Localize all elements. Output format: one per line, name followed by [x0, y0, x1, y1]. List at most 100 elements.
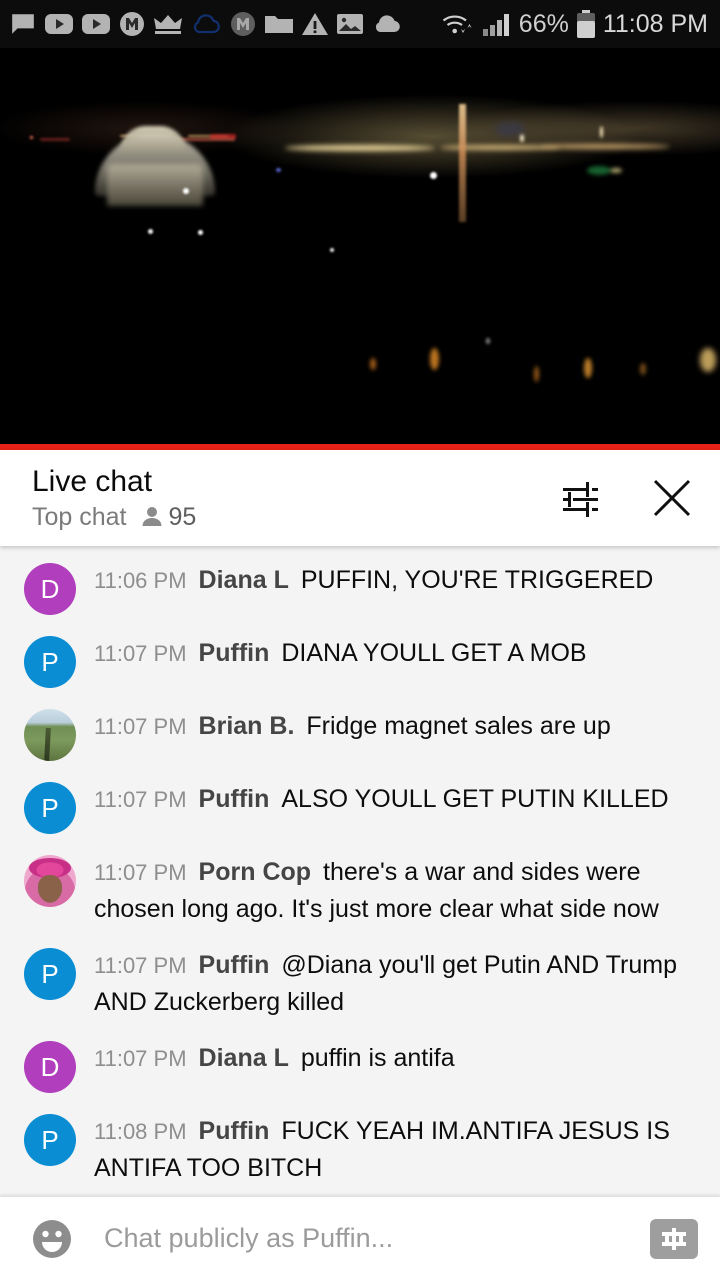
- chat-message-body: 11:07 PM Porn Cop there's a war and sides …: [76, 854, 704, 927]
- wifi-icon: [442, 15, 472, 34]
- message-timestamp: 11:07 PM: [94, 1046, 187, 1071]
- avatar[interactable]: D: [24, 563, 76, 615]
- chat-header-titles: Live chat Top chat 95: [32, 464, 196, 532]
- viewer-count: 95: [168, 502, 197, 531]
- live-video-player[interactable]: [0, 48, 720, 450]
- video-light-point: [148, 229, 153, 234]
- battery-icon: [576, 10, 595, 38]
- emoji-smiley-icon: [33, 1219, 71, 1258]
- video-light-point: [486, 338, 490, 344]
- live-chat-header: Live chat Top chat 95: [0, 450, 720, 546]
- message-author[interactable]: Diana L: [199, 566, 289, 594]
- message-author[interactable]: Diana L: [199, 1044, 289, 1072]
- tune-sliders-icon: [563, 482, 598, 517]
- message-timestamp: 11:07 PM: [94, 714, 187, 739]
- message-timestamp: 11:07 PM: [94, 641, 187, 666]
- battery-percent-label: 66%: [518, 9, 569, 38]
- chat-message-input[interactable]: [78, 1223, 650, 1254]
- warning-triangle-icon: [302, 13, 328, 35]
- message-timestamp: 11:07 PM: [94, 860, 187, 885]
- close-icon: [653, 479, 691, 517]
- video-light-point: [700, 348, 716, 372]
- message-timestamp: 11:06 PM: [94, 568, 187, 593]
- video-light-point: [330, 248, 334, 252]
- super-chat-button[interactable]: [650, 1218, 698, 1259]
- status-bar: 66% 11:08 PM: [0, 0, 720, 48]
- person-icon: [142, 507, 162, 526]
- video-light-point: [276, 168, 281, 172]
- chat-message-row[interactable]: P 11:07 PM Puffin ALSO YOULL GET PUTIN KILL…: [0, 771, 720, 844]
- chat-message-line: 11:07 PM Diana L puffin is antifa: [94, 1040, 704, 1077]
- folder-icon: [265, 16, 293, 33]
- message-author[interactable]: Puffin: [199, 785, 270, 813]
- video-frame-night-sky: [0, 48, 720, 450]
- image-icon: [337, 14, 363, 34]
- chat-settings-button[interactable]: [556, 474, 604, 522]
- message-timestamp: 11:07 PM: [94, 787, 187, 812]
- message-text: DIANA YOULL GET A MOB: [281, 639, 587, 667]
- message-author[interactable]: Puffin: [199, 639, 270, 667]
- avatar[interactable]: P: [24, 636, 76, 688]
- video-light-point: [370, 358, 376, 370]
- chat-message-row[interactable]: D 11:07 PM Diana L puffin is antifa: [0, 1030, 720, 1103]
- avatar[interactable]: P: [24, 948, 76, 1000]
- status-bar-clock: 11:08 PM: [602, 9, 708, 38]
- live-chat-message-list[interactable]: D 11:06 PM Diana L PUFFIN, YOU'RE TRIGGERED…: [0, 546, 720, 1196]
- message-timestamp: 11:08 PM: [94, 1119, 187, 1144]
- chat-message-body: 11:07 PM Puffin @Diana you'll get Putin AN…: [76, 947, 704, 1020]
- message-author[interactable]: Puffin: [199, 1117, 270, 1145]
- chat-message-row[interactable]: P 11:07 PM Puffin DIANA YOULL GET A MOB: [0, 625, 720, 698]
- message-author[interactable]: Porn Cop: [199, 858, 312, 886]
- video-light-point: [430, 172, 437, 179]
- chat-message-row[interactable]: P 11:08 PM Puffin FUCK YEAH IM.ANTIFA JESUS…: [0, 1103, 720, 1196]
- video-light-point: [587, 166, 611, 175]
- message-text: Fridge magnet sales are up: [306, 712, 611, 740]
- message-text: puffin is antifa: [300, 1044, 455, 1072]
- chat-mode-label[interactable]: Top chat: [32, 502, 127, 532]
- message-icon: [12, 14, 34, 34]
- chat-message-line: 11:07 PM Puffin @Diana you'll get Putin AN…: [94, 947, 704, 1020]
- m-badge-icon: [120, 12, 144, 36]
- video-light-point: [430, 348, 439, 370]
- youtube-icon: [82, 14, 110, 34]
- chat-message-body: 11:06 PM Diana L PUFFIN, YOU'RE TRIGGERED: [76, 562, 704, 599]
- chat-message-body: 11:07 PM Brian B. Fridge magnet sales are …: [76, 708, 704, 745]
- chat-message-line: 11:07 PM Puffin DIANA YOULL GET A MOB: [94, 635, 704, 672]
- video-light-point: [198, 230, 203, 235]
- cloud-outline-icon: [193, 14, 220, 34]
- avatar[interactable]: [24, 709, 76, 761]
- message-author[interactable]: Puffin: [199, 951, 270, 979]
- dollar-bill-icon: [662, 1227, 686, 1250]
- message-author[interactable]: Brian B.: [199, 712, 295, 740]
- video-flagpole: [459, 104, 466, 222]
- video-light-point: [534, 366, 539, 382]
- video-light-point: [584, 358, 592, 378]
- chat-message-row[interactable]: P 11:07 PM Puffin @Diana you'll get Putin A…: [0, 937, 720, 1030]
- chat-message-line: 11:06 PM Diana L PUFFIN, YOU'RE TRIGGERED: [94, 562, 704, 599]
- emoji-picker-button[interactable]: [26, 1213, 78, 1265]
- youtube-icon: [45, 14, 73, 34]
- chat-message-body: 11:07 PM Puffin ALSO YOULL GET PUTIN KILLE…: [76, 781, 704, 818]
- chat-message-row[interactable]: 11:07 PM Brian B. Fridge magnet sales are …: [0, 698, 720, 771]
- m-circle-icon: [231, 12, 255, 36]
- video-light-point: [610, 168, 622, 173]
- chat-message-body: 11:07 PM Puffin DIANA YOULL GET A MOB: [76, 635, 704, 672]
- video-light-point: [640, 363, 646, 375]
- cell-signal-icon: [482, 14, 509, 36]
- chat-message-row[interactable]: 11:07 PM Porn Cop there's a war and sides …: [0, 844, 720, 937]
- avatar[interactable]: D: [24, 1041, 76, 1093]
- chat-message-line: 11:08 PM Puffin FUCK YEAH IM.ANTIFA JESUS …: [94, 1113, 704, 1186]
- avatar[interactable]: P: [24, 782, 76, 834]
- chat-message-body: 11:08 PM Puffin FUCK YEAH IM.ANTIFA JESUS …: [76, 1113, 704, 1186]
- avatar[interactable]: P: [24, 1114, 76, 1166]
- video-light-point: [183, 188, 189, 194]
- chat-message-row[interactable]: D 11:06 PM Diana L PUFFIN, YOU'RE TRIGGERED: [0, 552, 720, 625]
- avatar-face: [37, 874, 63, 902]
- chat-title: Live chat: [32, 465, 153, 498]
- cloud-filled-icon: [375, 15, 400, 33]
- avatar[interactable]: [24, 855, 76, 907]
- chat-composer-bar: [0, 1196, 720, 1280]
- chat-header-actions: [556, 474, 696, 522]
- close-chat-button[interactable]: [648, 474, 696, 522]
- chat-message-line: 11:07 PM Puffin ALSO YOULL GET PUTIN KILLE…: [94, 781, 704, 818]
